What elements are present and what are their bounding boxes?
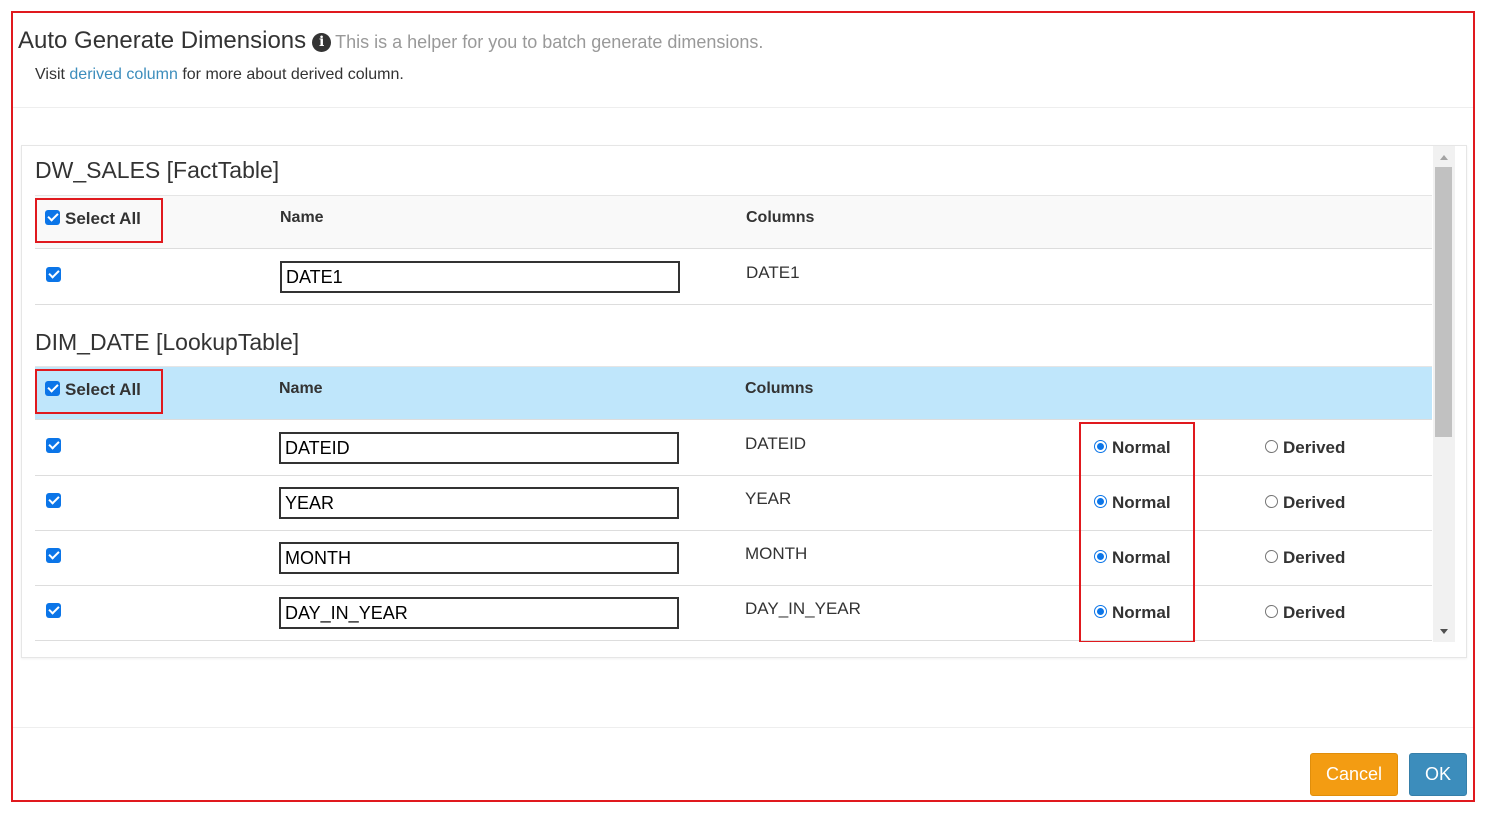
lookup-select-all-label: Select All: [65, 380, 141, 399]
row-checkbox[interactable]: [46, 438, 61, 453]
row-checkbox[interactable]: [46, 603, 61, 618]
column-name: MONTH: [745, 544, 808, 563]
derived-radio-icon[interactable]: [1265, 495, 1278, 508]
lookup-header-name: Name: [279, 380, 323, 397]
modal-title-text: Auto Generate Dimensions: [18, 27, 307, 54]
visit-line: Visit derived column for more about deri…: [35, 66, 404, 84]
derived-radio-icon[interactable]: [1265, 440, 1278, 453]
modal-header: Auto Generate Dimensions i This is a helpe…: [13, 13, 1473, 108]
info-icon: i: [312, 33, 332, 52]
lookup-table-row: DATEID DATEID Normal Derived: [35, 421, 1432, 476]
derived-column-link[interactable]: derived column: [69, 66, 178, 83]
column-name: DAY_IN_YEAR: [745, 599, 861, 618]
lookup-header-columns: Columns: [745, 380, 814, 397]
dimensions-panel: DW_SALES [FactTable] Select All Name Col…: [21, 145, 1467, 658]
fact-select-all-label: Select All: [65, 209, 141, 228]
derived-radio-label: Derived: [1283, 493, 1346, 512]
derived-radio-label: Derived: [1283, 438, 1346, 457]
row-checkbox[interactable]: [46, 493, 61, 508]
column-name: YEAR: [745, 489, 792, 508]
fact-table-header: Select All Name Columns: [35, 195, 1432, 249]
lookup-table-title: DIM_DATE [LookupTable]: [35, 329, 300, 355]
dimension-name-input[interactable]: MONTH: [279, 542, 679, 574]
lookup-select-all-checkbox[interactable]: [45, 381, 60, 396]
row-checkbox[interactable]: [46, 267, 61, 282]
derived-radio[interactable]: Derived: [1265, 548, 1345, 568]
lookup-table-row: YEAR YEAR Normal Derived: [35, 476, 1432, 531]
derived-radio-icon[interactable]: [1265, 550, 1278, 563]
cancel-button[interactable]: Cancel: [1310, 753, 1398, 796]
derived-radio[interactable]: Derived: [1265, 493, 1345, 513]
column-name: DATEID: [745, 434, 807, 453]
visit-suffix: for more about derived column.: [177, 66, 404, 83]
fact-table-title: DW_SALES [FactTable]: [35, 157, 280, 183]
vertical-scrollbar[interactable]: [1433, 146, 1455, 642]
fact-select-all-checkbox[interactable]: [45, 210, 60, 225]
lookup-table-row: MONTH MONTH Normal Derived: [35, 531, 1432, 586]
derived-radio-label: Derived: [1283, 603, 1346, 622]
scroll-down-arrow-icon[interactable]: [1440, 629, 1448, 634]
dimension-name-input[interactable]: DATE1: [280, 261, 680, 293]
fact-table-row: DATE1 DATE1: [35, 250, 1432, 305]
helper-text: This is a helper for you to batch genera…: [335, 32, 764, 52]
derived-radio-icon[interactable]: [1265, 605, 1278, 618]
ok-button[interactable]: OK: [1409, 753, 1467, 796]
lookup-table-header: Select All Name Columns: [35, 366, 1432, 420]
scroll-up-arrow-icon[interactable]: [1440, 155, 1448, 160]
dimension-name-input[interactable]: DAY_IN_YEAR: [279, 597, 679, 629]
modal-footer: Cancel OK: [13, 727, 1473, 801]
fact-header-name: Name: [280, 209, 324, 226]
lookup-table-row: DAY_IN_YEAR DAY_IN_YEAR Normal Derived: [35, 586, 1432, 641]
fact-select-all[interactable]: Select All: [45, 209, 141, 229]
derived-radio[interactable]: Derived: [1265, 438, 1345, 458]
normal-options-highlight: [1079, 422, 1195, 642]
dimension-name-input[interactable]: DATEID: [279, 432, 679, 464]
modal-title: Auto Generate Dimensions i This is a helpe…: [18, 27, 763, 55]
visit-prefix: Visit: [35, 66, 70, 83]
row-checkbox[interactable]: [46, 548, 61, 563]
lookup-select-all[interactable]: Select All: [45, 380, 141, 400]
dimensions-scroll-area[interactable]: DW_SALES [FactTable] Select All Name Col…: [22, 146, 1432, 642]
derived-radio-label: Derived: [1283, 548, 1346, 567]
dimension-name-input[interactable]: YEAR: [279, 487, 679, 519]
column-name: DATE1: [746, 263, 800, 282]
fact-header-columns: Columns: [746, 209, 815, 226]
derived-radio[interactable]: Derived: [1265, 603, 1345, 623]
scroll-thumb[interactable]: [1435, 167, 1452, 437]
